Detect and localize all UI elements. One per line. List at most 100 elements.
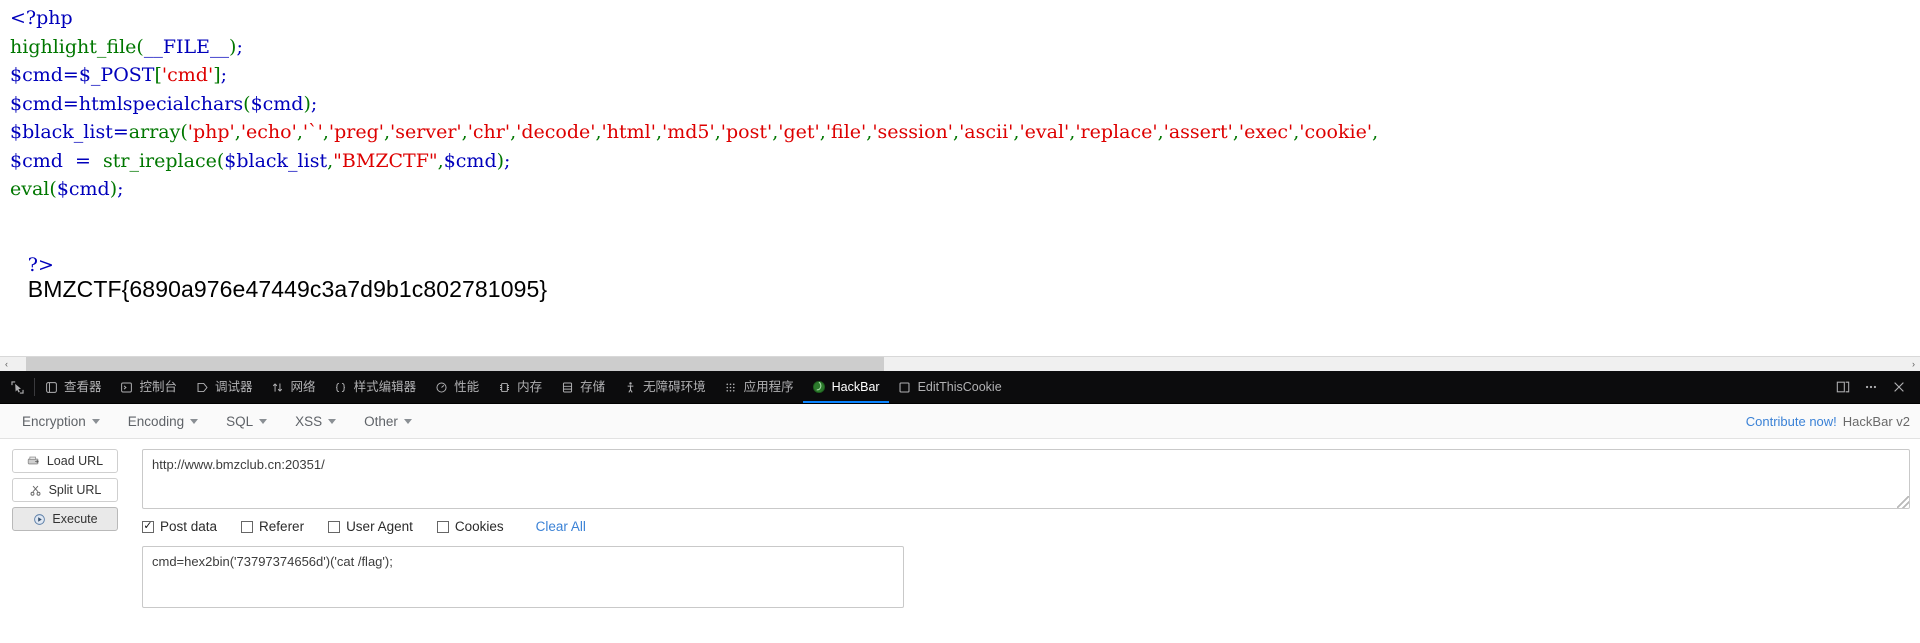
hackbar-fields: ✓ Post data Referer User Agent Cookies Clear … [142,449,1910,608]
clear-all-link[interactable]: Clear All [536,519,586,534]
checkbox-cookies[interactable]: Cookies [436,519,504,534]
code-token: ( [243,92,251,115]
devtools-tab-label: 性能 [454,379,480,394]
request-options-row: ✓ Post data Referer User Agent Cookies Clear … [142,519,1908,534]
devtools-tab-label: HackBar [831,379,880,394]
code-token: $cmd [443,149,497,172]
code-token: __FILE__ [143,35,230,58]
code-token: 'decode' [516,121,596,143]
hackbar-menu-other[interactable]: Other [354,409,422,434]
code-token: 'chr' [467,121,511,143]
devtools-tab-label: 调试器 [215,379,253,394]
code-token: , [1372,121,1379,143]
checkbox-referer[interactable]: Referer [241,519,304,534]
hackbar-menu-encoding[interactable]: Encoding [118,409,208,434]
dock-icon[interactable] [1830,371,1856,404]
checkbox-label: Cookies [454,519,504,534]
php-source-code: <?php highlight_file(__FILE__); $cmd=$_POS… [0,0,1920,204]
code-token: 'session' [872,121,954,143]
code-token: 'cmd' [161,64,214,86]
url-input[interactable] [142,449,1910,509]
scroll-left-arrow[interactable]: ‹ [0,357,13,372]
code-token: ; [236,35,243,58]
button-label: Execute [52,512,98,526]
devtools-tab-debugger[interactable]: 调试器 [186,371,262,403]
devtools-tab-label: EditThisCookie [917,379,1002,394]
load-url-button[interactable]: Load URL [12,449,118,473]
page-horizontal-scrollbar[interactable]: ‹ › [0,356,1920,372]
code-token: $black_list [224,149,328,172]
code-token: [ [154,64,162,86]
code-token: = [62,149,103,172]
checkbox-box[interactable] [328,520,341,533]
code-token: array [128,121,181,143]
devtools-tab-performance[interactable]: 性能 [425,371,488,403]
checkbox-user-agent[interactable]: User Agent [328,519,413,534]
devtools-tab-hackbar[interactable]: HackBar [802,371,889,403]
split-url-button[interactable]: Split URL [12,478,118,502]
flag-output-line: ?> BMZCTF{6890a976e47449c3a7d9b1c8027810… [10,236,547,321]
chevron-down-icon [91,418,100,424]
element-picker-icon[interactable] [0,371,34,403]
code-token: ) [496,149,505,172]
inspector-icon [44,380,58,394]
code-token: ; [310,92,318,115]
code-line-4: $cmd=htmlspecialchars($cmd); [10,90,1920,119]
code-token: 'replace' [1075,121,1158,143]
code-token: ] [213,64,221,86]
code-token: highlight_file [10,35,137,58]
devtools-tab-label: 控制台 [139,379,178,394]
network-icon [271,380,285,394]
php-source-page: <?php highlight_file(__FILE__); $cmd=$_POS… [0,0,1920,356]
code-token: $cmd [56,178,110,200]
code-token: 'md5' [662,121,715,143]
devtools-tab-accessibility[interactable]: 无障碍环境 [614,371,715,403]
code-token: $cmd [10,92,63,115]
url-input-resize-handle[interactable] [1897,496,1909,508]
checkbox-box[interactable] [436,520,449,533]
post-data-input[interactable] [142,546,904,608]
storage-icon [560,380,574,394]
hackbar-menu-label: Encryption [22,413,86,429]
meatball-icon[interactable] [1858,371,1884,404]
split-url-icon [29,483,43,497]
devtools-tab-memory[interactable]: 内存 [488,371,551,403]
code-token: $cmd [10,64,63,86]
devtools-tab-application[interactable]: 应用程序 [715,371,803,403]
contribute-link[interactable]: Contribute now! [1746,414,1837,429]
checkbox-box[interactable] [241,520,254,533]
hackbar-menu-encryption[interactable]: Encryption [12,409,110,434]
devtools-tab-style-editor[interactable]: 样式编辑器 [325,371,426,403]
console-icon [120,380,134,394]
code-token: 'server' [390,121,462,143]
hackbar-menu-xss[interactable]: XSS [285,409,346,434]
hackbar-menu-sql[interactable]: SQL [216,409,277,434]
devtools-tab-list: 查看器 控制台 调试器 网络 样式编辑器 性能 内存 存储 无障碍环境 应用程序 HackBar Ed… [35,371,1011,403]
devtools-tab-label: 查看器 [64,379,102,394]
code-token: htmlspecialchars [78,92,244,115]
close-icon[interactable] [1886,371,1912,404]
code-token: = [62,92,79,115]
devtools-tab-label: 存储 [580,379,606,394]
chevron-down-icon [190,418,199,424]
debugger-icon [195,380,209,394]
load-url-icon [27,454,41,468]
code-line-6: $cmd = str_ireplace($black_list,"BMZCTF"… [10,147,1920,176]
checkbox-post-data[interactable]: ✓ Post data [142,519,217,534]
devtools-tab-label: 样式编辑器 [353,379,417,394]
code-token: $black_list [10,121,113,143]
devtools-tab-inspector[interactable]: 查看器 [35,371,111,403]
chevron-down-icon [403,418,412,424]
devtools-tab-console[interactable]: 控制台 [111,371,187,403]
devtools-tab-network[interactable]: 网络 [262,371,325,403]
code-token: 'post' [720,121,773,143]
hackbar-menu-label: Encoding [127,413,185,429]
chevron-down-icon [259,418,268,424]
hackbar-menu-list: Encryption Encoding SQL XSS Other [12,409,430,434]
checkbox-box[interactable]: ✓ [142,520,154,533]
devtools-tab-editthiscookie[interactable]: EditThisCookie [889,371,1011,403]
devtools-tab-storage[interactable]: 存储 [551,371,614,403]
execute-button[interactable]: Execute [12,507,118,531]
code-token: 'preg' [328,121,384,143]
